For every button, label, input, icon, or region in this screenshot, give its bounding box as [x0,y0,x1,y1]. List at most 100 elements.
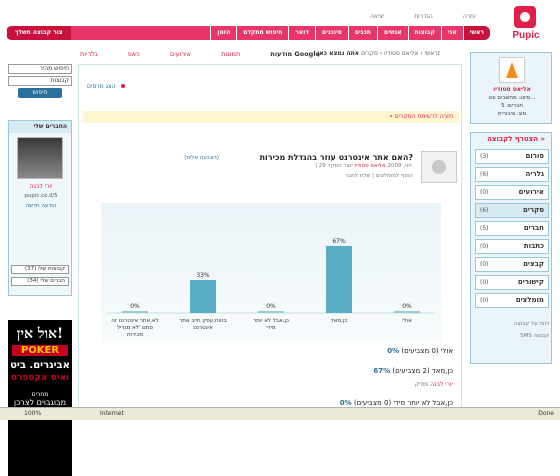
section-label: חברים [523,224,544,232]
section-members[interactable]: (5) חברים [475,221,549,236]
nav-item-invite[interactable]: הזמן [210,26,236,40]
chart-category-label: בטוח,עסק חייב אתר [179,318,227,324]
group-sms-link[interactable]: SMS קבוצה [475,333,549,339]
new-message-link[interactable]: הודעה חדשה [9,203,73,209]
top-links: יציאה הגדרות עזרה [370,13,476,20]
show-tests-link[interactable]: הצג מרסים [87,83,124,90]
group-members: חברים: 5 [501,103,523,109]
my-friends-select[interactable]: חברים שלי (34) [11,277,69,286]
ad-line-6: מבוגבוים לצרכן [13,398,67,407]
chart-bar [190,280,216,313]
section-label: אירועים [518,188,544,196]
survey-thumbnail [421,151,457,183]
nav-item-content[interactable]: תכנים [347,26,377,40]
result-row: כן,מאד (2 מצביעים) 67% [83,367,459,379]
chart-value-label: 33% [196,272,210,279]
nav-item-groups[interactable]: קבוצות [407,26,441,40]
voters-label: מפיק [414,381,429,388]
nav-item-advanced-search[interactable]: חיפוש מתקדם [236,26,288,40]
friend-name[interactable]: יורי לבנה [9,183,73,190]
section-gallery[interactable]: (6) גלריה [475,167,549,182]
survey-question: האם אתר אינטרנט עוזר בהגדלת מכירות? [259,153,413,162]
nav-item-mail[interactable]: דואר [288,26,315,40]
ad-line-5: מחרים [31,391,49,398]
group-logo[interactable] [499,57,525,83]
tab-galleries[interactable]: גלריות [80,50,98,58]
nav-item-home[interactable]: ראשי [462,26,490,40]
section-label: סקרים [522,206,544,214]
result-pct: 67% [373,367,391,375]
section-label: קבצים [523,260,544,268]
survey-author[interactable]: אליאס סטודיו [354,163,385,169]
breadcrumb-path[interactable]: ראשי › אליאס סטודיו › סקרים [361,50,438,57]
section-links[interactable]: (0) קישורים [475,275,549,290]
nav-item-me[interactable]: אני [440,26,463,40]
left-column: חיפוש מהיר קבוצות חיפוש החברים שלי יורי … [8,64,72,476]
back-to-surveys-link[interactable]: « חזרה לרשימת הסקרים [83,111,459,123]
avatar[interactable] [17,137,63,179]
status-text: Done [538,410,554,417]
top-link-settings[interactable]: הגדרות [414,13,433,20]
security-zone: Internet [100,410,124,417]
join-group-link[interactable]: הצטרף לקבוצה » [471,133,551,145]
group-info-panel: אליאס סטודיו סיווג: מחשבים ונט... חברים:… [470,52,552,124]
section-forum[interactable]: (3) פורום [475,149,549,164]
tab-photos[interactable]: תמונות [221,50,240,58]
voter-name[interactable]: יורי לבנה [430,381,453,388]
poker-ad-banner[interactable]: אול אין! POKER אביגרים. ביט ואיס אקספרס … [8,320,72,476]
chart-bar [326,246,352,313]
browser-status-bar: 100% Internet Done [0,407,560,420]
chart-category-label: אינטרנט [193,325,213,331]
section-files[interactable]: (0) קבצים [475,257,549,272]
section-recommended[interactable]: (0) מומלצים [475,293,549,308]
top-link-exit[interactable]: יציאה [370,13,384,20]
report-group-link[interactable]: דווח על קבוצה [475,321,549,327]
section-count: (0) [480,297,489,304]
main-nav: ראשי אני קבוצות אנשים תכנים סיוכנים דואר… [6,26,490,40]
group-name[interactable]: אליאס סטודיו [471,86,553,93]
ad-line-4: ואיס אקספרס [10,373,70,383]
section-events[interactable]: (0) אירועים [475,185,549,200]
create-group-button[interactable]: צור קבוצה חשלך [6,26,71,40]
vote-reply-link[interactable]: (הצבעה אלית) [184,155,219,161]
section-count: (3) [480,153,489,160]
my-groups-select[interactable]: קבוצות שלי (37) [11,265,69,274]
survey-header: האם אתר אינטרנט עוזר בהגדלת מכירות? (הצב… [83,151,459,199]
section-count: (5) [480,225,489,232]
survey-results-chart: 0% אולי 67% כן,מאד 0% כן,אבל לא יותר מידי 33% בט… [101,203,441,343]
chart-bar [122,311,148,313]
chart-value-label: 67% [332,238,346,245]
result-text: אולי (0 מצביעים) [401,347,453,355]
pupic-logo[interactable]: Pupic [500,6,550,41]
section-count: (6) [480,207,489,214]
survey-actions[interactable]: הוסף למומלצים | שלח לחבר [345,173,413,179]
section-articles[interactable]: (0) כתבות [475,239,549,254]
nav-item-chats[interactable]: סיוכנים [314,26,348,40]
chart-value-label: 0% [130,303,140,310]
section-surveys[interactable]: (6) סקרים [475,203,549,218]
chart-bar [394,311,420,313]
search-button[interactable]: חיפוש [18,88,62,98]
tab-rap[interactable]: ראפ [128,50,140,58]
tab-events[interactable]: אירועים [170,50,191,58]
survey-meta: | 29 יוני, 2009 אליאס סטודיו יוצר הסקר: [315,163,413,169]
my-friends-panel: החברים שלי יורי לבנה pupic.co.il/5 הודעה… [8,120,72,296]
friend-url[interactable]: pupic.co.il/5 [9,193,73,199]
content-tabs: גלריות ראפ אירועים תמונות מודעות Google [80,50,320,58]
zoom-level[interactable]: 100% [24,408,41,420]
section-label: גלריה [525,170,544,178]
tab-google-ads[interactable]: מודעות Google [270,50,320,58]
chart-category-label: כן,אבל לא יותר [253,317,289,324]
logo-mark-icon [514,6,536,28]
chart-bar [258,311,284,313]
result-voters: יורי לבנה מפיק [83,381,459,388]
nav-item-people[interactable]: אנשים [377,26,408,40]
ad-line-1: אול אין! [16,326,64,342]
chart-category-label: סתם 'לא מגדיל [117,324,153,331]
search-input[interactable]: חיפוש מהיר [8,64,72,74]
section-label: כתבות [523,242,544,250]
section-count: (0) [480,243,489,250]
top-link-help[interactable]: עזרה [463,13,476,20]
site-header: Pupic יציאה הגדרות עזרה ראשי אני קבוצות … [0,0,560,44]
search-scope-select[interactable]: קבוצות [8,76,72,86]
